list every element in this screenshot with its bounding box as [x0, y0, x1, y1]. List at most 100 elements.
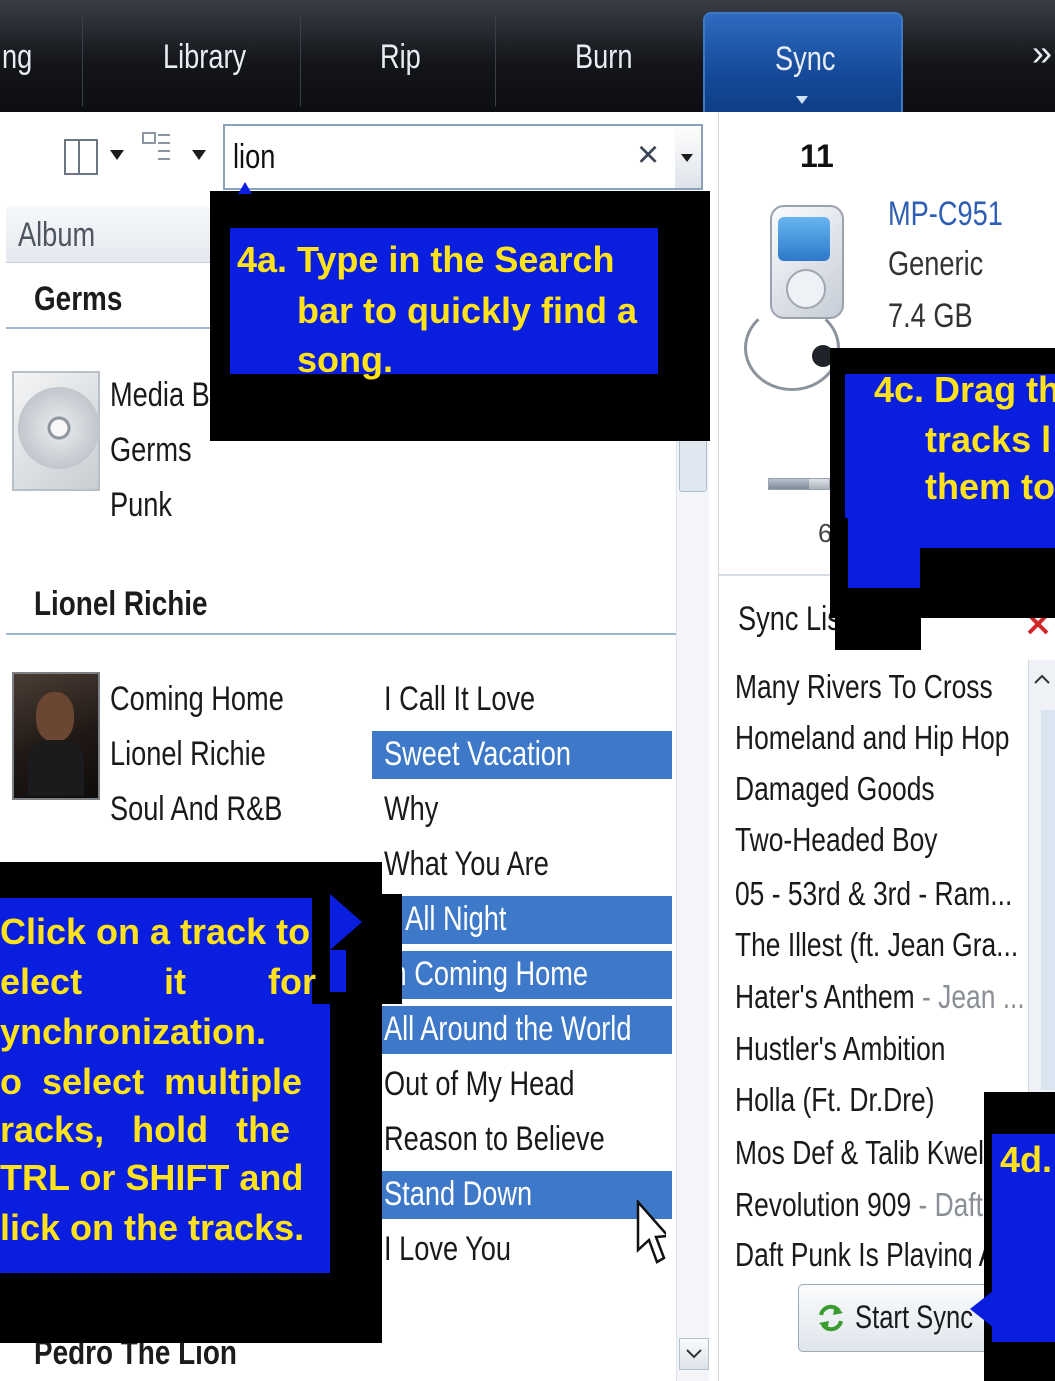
track-row-selected[interactable]: All Around the World	[372, 1006, 672, 1054]
album-artist: Lionel Richie	[110, 735, 266, 773]
tab-divider	[495, 14, 496, 106]
track-title: Reason to Believe	[384, 1120, 605, 1158]
callout-4a-line: 4a. Type in the Search	[237, 239, 615, 280]
tab-divider	[82, 14, 83, 106]
search-input[interactable]: lion ×	[223, 124, 679, 190]
callout-pointer-icon	[330, 894, 362, 950]
device-maker: Generic	[888, 245, 984, 283]
tab-now-playing[interactable]: ng	[2, 38, 32, 77]
track-row[interactable]: What You Are	[372, 841, 672, 889]
view-options-dropdown-icon[interactable]	[110, 150, 124, 160]
track-row-selected[interactable]: Stand Down	[372, 1171, 672, 1219]
album-column-header-label: Album	[18, 216, 96, 254]
callout-4c-line: tracks l	[925, 419, 1052, 460]
album-art-lionel-richie[interactable]	[12, 672, 100, 800]
sync-list-item[interactable]: Mos Def & Talib Kweli	[735, 1134, 990, 1172]
search-input-value: lion	[233, 138, 276, 176]
start-sync-label: Start Sync	[855, 1299, 974, 1335]
callout-4b-line: Click on a track to	[0, 911, 311, 952]
tab-sync-arrow-icon	[796, 96, 808, 104]
album-genre: Soul And R&B	[110, 790, 283, 828]
album-artist: Germs	[110, 431, 192, 469]
sync-list-item[interactable]: Hustler's Ambition	[735, 1030, 945, 1068]
sync-list-item[interactable]: 05 - 53rd & 3rd - Ram...	[735, 875, 1012, 913]
track-title: Out of My Head	[384, 1065, 575, 1103]
sync-list-item[interactable]: Homeland and Hip Hop	[735, 719, 1009, 757]
clear-search-icon[interactable]: ×	[637, 134, 659, 177]
track-row[interactable]: Out of My Head	[372, 1061, 672, 1109]
scroll-down-button[interactable]	[679, 1338, 709, 1370]
group-header[interactable]: Lionel Richie	[34, 585, 208, 624]
track-row-selected[interactable]: Sweet Vacation	[372, 731, 672, 779]
callout-4c-line: them to	[925, 466, 1055, 507]
tab-burn[interactable]: Burn	[575, 38, 632, 77]
tab-rip[interactable]: Rip	[380, 38, 421, 77]
track-row[interactable]: I Love You	[372, 1226, 672, 1274]
sync-list-scrollbar[interactable]	[1028, 660, 1055, 1100]
track-title: All Around the World	[384, 1010, 632, 1048]
tab-sync[interactable]: Sync	[703, 12, 903, 114]
callout-4b-line: o select multiple	[0, 1061, 303, 1102]
sync-list-item[interactable]: Many Rivers To Cross	[735, 668, 993, 706]
track-row-selected[interactable]: p All Night	[372, 896, 672, 944]
layout-options-icon[interactable]	[142, 130, 172, 166]
sync-list-item[interactable]: Hater's Anthem - Jean ...	[735, 978, 1025, 1016]
sync-list-item[interactable]: Daft Punk Is Playing A	[735, 1236, 996, 1268]
sync-list-item[interactable]: The Illest (ft. Jean Gra...	[735, 926, 1018, 964]
sync-list-item[interactable]: Damaged Goods	[735, 770, 935, 808]
track-title: m Coming Home	[384, 955, 589, 993]
track-row-selected[interactable]: m Coming Home	[372, 951, 672, 999]
track-title: Why	[384, 790, 439, 828]
search-dropdown-button[interactable]	[675, 124, 703, 190]
callout-4c-backdrop-tail	[835, 600, 921, 650]
callout-4b-line: racks, hold the	[0, 1109, 291, 1150]
chevron-up-icon[interactable]	[1034, 674, 1050, 684]
sync-list-item[interactable]: Revolution 909 - Daft	[735, 1186, 983, 1224]
callout-4b-line: lick on the tracks.	[0, 1207, 305, 1248]
group-header[interactable]: Germs	[34, 280, 122, 319]
sync-list-item[interactable]: Two-Headed Boy	[735, 821, 938, 859]
track-title: I Call It Love	[384, 680, 536, 718]
track-title: Sweet Vacation	[384, 735, 571, 773]
group-divider	[6, 633, 676, 635]
track-title: Stand Down	[384, 1175, 533, 1213]
device-capacity: 7.4 GB	[888, 297, 973, 335]
start-sync-button[interactable]: Start Sync	[798, 1284, 990, 1352]
sync-arrows-icon	[819, 1304, 843, 1332]
sync-list-item[interactable]: Holla (Ft. Dr.Dre)	[735, 1081, 934, 1119]
album-title: Coming Home	[110, 680, 284, 718]
tab-library[interactable]: Library	[163, 38, 246, 77]
scrollbar-thumb[interactable]	[1041, 710, 1055, 1090]
top-nav-bar: ng Library Rip Burn Sync »	[0, 0, 1055, 114]
more-tabs-chevron-icon[interactable]: »	[1032, 32, 1052, 74]
callout-pointer-icon	[238, 182, 252, 194]
callout-4b-line: TRL or SHIFT and	[0, 1157, 304, 1198]
capacity-bar	[768, 478, 830, 490]
tab-divider	[300, 14, 301, 106]
callout-4a-line: bar to quickly find a	[297, 290, 638, 331]
album-genre: Punk	[110, 486, 172, 524]
device-number: 11	[800, 138, 834, 174]
track-title: p All Night	[384, 900, 507, 938]
chevron-down-icon	[686, 1349, 702, 1359]
track-title: What You Are	[384, 845, 549, 883]
device-name[interactable]: MP-C951	[888, 195, 1003, 234]
chevron-down-icon	[681, 154, 693, 162]
layout-options-dropdown-icon[interactable]	[192, 150, 206, 160]
callout-4b-line: ynchronization.	[0, 1011, 267, 1052]
callout-pointer-icon	[852, 548, 880, 584]
track-title: I Love You	[384, 1230, 512, 1268]
view-options-icon[interactable]	[64, 139, 98, 175]
album-title: Media Bl	[110, 376, 216, 414]
library-scrollbar[interactable]	[676, 400, 709, 1381]
tab-sync-label: Sync	[775, 40, 836, 78]
callout-4c-line: 4c. Drag th	[874, 369, 1055, 410]
track-row[interactable]: I Call It Love	[372, 676, 672, 724]
callout-4b-line: elect it for	[0, 961, 317, 1002]
mouse-cursor-icon	[636, 1200, 666, 1264]
album-art-germs[interactable]	[12, 371, 100, 491]
callout-pointer-icon	[970, 1290, 994, 1328]
callout-4d-label: 4d.	[1000, 1139, 1053, 1180]
track-row[interactable]: Reason to Believe	[372, 1116, 672, 1164]
track-row[interactable]: Why	[372, 786, 672, 834]
